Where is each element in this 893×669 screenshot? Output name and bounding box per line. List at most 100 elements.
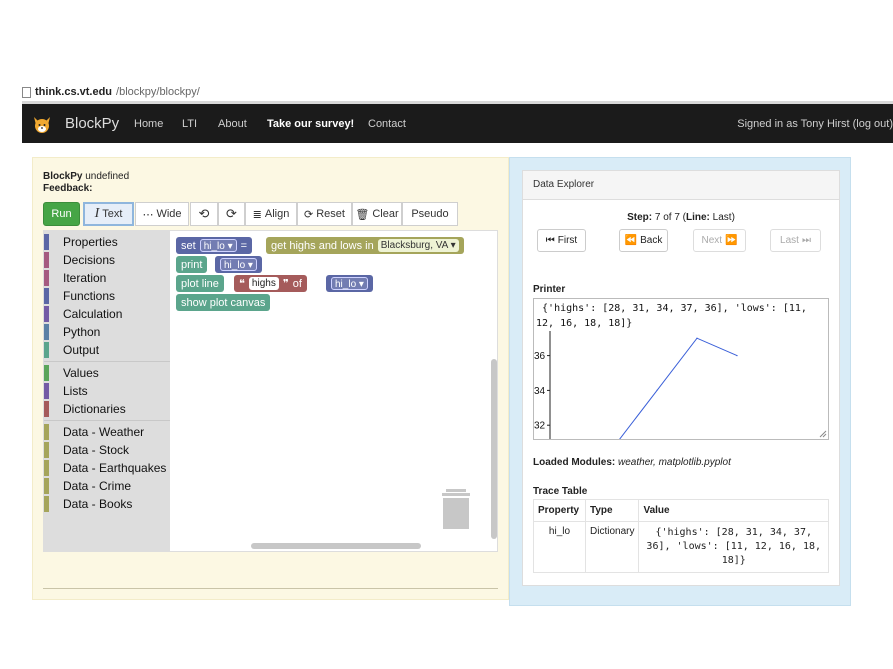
- last-step-button[interactable]: Last ⏭: [770, 229, 821, 252]
- nav-lti[interactable]: LTI: [182, 118, 197, 130]
- brand-name[interactable]: BlockPy: [65, 115, 119, 132]
- first-label: First: [557, 235, 578, 246]
- category-color-bar: [44, 496, 49, 512]
- toolbox-category-decisions[interactable]: Decisions: [44, 251, 115, 269]
- nav-home[interactable]: Home: [134, 118, 163, 130]
- category-color-bar: [44, 460, 49, 476]
- text-mode-label: Text: [102, 208, 123, 220]
- corgi-logo-icon: [34, 117, 50, 133]
- category-color-bar: [44, 478, 49, 494]
- y-tick-label: 36: [534, 351, 546, 362]
- toolbox-category-data-weather[interactable]: Data - Weather: [44, 423, 144, 441]
- open-quote-icon: ❝: [239, 278, 245, 290]
- skip-back-icon: ⏮: [545, 235, 555, 246]
- dict-variable-block[interactable]: hi_lo ▾: [326, 275, 373, 292]
- dict-variable-dropdown[interactable]: hi_lo ▾: [331, 277, 368, 290]
- print-block[interactable]: print: [176, 256, 208, 273]
- category-color-bar: [44, 342, 49, 358]
- toolbox-category-calculation[interactable]: Calculation: [44, 305, 122, 323]
- clear-button[interactable]: 🗑 Clear: [352, 202, 402, 226]
- get-weather-block[interactable]: get highs and lows in Blacksburg, VA ▾: [266, 237, 464, 254]
- next-step-button[interactable]: Next ⏩: [693, 229, 746, 252]
- horizontal-scrollbar[interactable]: [251, 543, 421, 549]
- series-line-0: [619, 337, 738, 439]
- toolbox-category-python[interactable]: Python: [44, 323, 100, 341]
- toolbox-category-data-stock[interactable]: Data - Stock: [44, 441, 129, 459]
- wide-button[interactable]: ⋯ Wide: [135, 202, 189, 226]
- align-icon: ≣: [252, 208, 262, 221]
- reset-button[interactable]: ⟳ Reset: [297, 202, 352, 226]
- print-variable-block[interactable]: hi_lo ▾: [215, 256, 262, 273]
- toolbox-category-data-books[interactable]: Data - Books: [44, 495, 132, 513]
- run-button[interactable]: Run: [43, 202, 80, 226]
- toolbox-category-data-crime[interactable]: Data - Crime: [44, 477, 131, 495]
- rewind-icon: ⏪: [624, 235, 638, 246]
- line-plot: 30323436: [534, 331, 738, 439]
- printer-text: {'highs': [28, 31, 34, 37, 36], 'lows': …: [536, 303, 813, 329]
- variable-dropdown[interactable]: hi_lo ▾: [199, 239, 237, 252]
- category-label: Iteration: [63, 271, 107, 285]
- set-variable-block[interactable]: set hi_lo ▾ =: [176, 237, 253, 254]
- plot-area: 30323436: [534, 331, 828, 439]
- category-label: Data - Earthquakes: [63, 461, 167, 475]
- wide-label: Wide: [156, 208, 182, 220]
- text-mode-button[interactable]: I Text: [83, 202, 134, 226]
- toolbox-category-properties[interactable]: Properties: [44, 233, 118, 251]
- category-label: Output: [63, 343, 100, 357]
- nav-survey[interactable]: Take our survey!: [267, 118, 354, 130]
- toolbox-category-values[interactable]: Values: [44, 364, 99, 382]
- signed-in-status[interactable]: Signed in as Tony Hirst (log out): [737, 118, 893, 130]
- blockly-workspace[interactable]: Properties Decisions Iteration Functions Cal…: [43, 230, 498, 552]
- editor-title-rest: undefined: [82, 171, 130, 182]
- trace-table: Property Type Value hi_lo Dictionary {'h…: [533, 499, 829, 573]
- printer-output[interactable]: {'highs': [28, 31, 34, 37, 36], 'lows': …: [533, 298, 829, 440]
- show-plot-canvas-block[interactable]: show plot canvas: [176, 294, 271, 311]
- trash-can-icon[interactable]: [442, 489, 470, 529]
- category-color-bar: [44, 306, 49, 322]
- table-row: hi_lo Dictionary {'highs': [28, 31, 34, …: [533, 521, 829, 573]
- pseudo-button[interactable]: Pseudo: [402, 202, 458, 226]
- city-dropdown[interactable]: Blacksburg, VA ▾: [377, 239, 459, 252]
- undo-button[interactable]: ⟲: [190, 202, 218, 226]
- trace-header-property: Property: [533, 499, 586, 522]
- category-color-bar: [44, 365, 49, 381]
- editor-title: BlockPy undefined Feedback:: [43, 171, 129, 195]
- print-variable-dropdown[interactable]: hi_lo ▾: [220, 258, 257, 271]
- vertical-scrollbar[interactable]: [491, 359, 497, 539]
- toolbox-category-dictionaries[interactable]: Dictionaries: [44, 400, 126, 418]
- resize-handle-icon[interactable]: [819, 430, 827, 438]
- category-label: Python: [63, 325, 101, 339]
- feedback-label: Feedback:: [43, 183, 93, 194]
- toolbox-category-data-earthquakes[interactable]: Data - Earthquakes: [44, 459, 166, 477]
- toolbox-category-lists[interactable]: Lists: [44, 382, 88, 400]
- refresh-icon: ⟳: [304, 208, 314, 221]
- toolbox-category-iteration[interactable]: Iteration: [44, 269, 106, 287]
- data-point: [736, 354, 738, 357]
- dict-get-block[interactable]: ❝ highs ❞ of: [234, 275, 307, 292]
- trace-cell-value: {'highs': [28, 31, 34, 37, 36], 'lows': …: [638, 521, 829, 573]
- redo-button[interactable]: ⟳: [218, 202, 245, 226]
- last-label: Last: [780, 235, 799, 246]
- key-field[interactable]: highs: [248, 277, 279, 290]
- url-bar[interactable]: think.cs.vt.edu/blockpy/blockpy/: [22, 86, 200, 98]
- set-keyword: set: [181, 239, 196, 252]
- nav-about[interactable]: About: [218, 118, 247, 130]
- category-label: Decisions: [63, 253, 116, 267]
- print-keyword: print: [181, 258, 203, 271]
- toolbox-category-output[interactable]: Output: [44, 341, 99, 359]
- category-color-bar: [44, 288, 49, 304]
- trace-cell-property: hi_lo: [533, 521, 586, 573]
- align-button[interactable]: ≣ Align: [245, 202, 297, 226]
- trace-header-row: Property Type Value: [533, 499, 829, 522]
- back-step-button[interactable]: ⏪ Back: [619, 229, 668, 252]
- show-plot-canvas-text: show plot canvas: [181, 296, 266, 309]
- back-label: Back: [640, 235, 663, 246]
- plot-line-block[interactable]: plot line: [176, 275, 224, 292]
- nav-contact[interactable]: Contact: [368, 118, 406, 130]
- skip-forward-icon: ⏭: [801, 235, 811, 246]
- undo-icon: ⟲: [198, 206, 210, 221]
- first-step-button[interactable]: ⏮ First: [537, 229, 586, 252]
- toolbox-category-functions[interactable]: Functions: [44, 287, 115, 305]
- navbar: BlockPy Home LTI About Take our survey! …: [22, 104, 893, 143]
- close-quote-icon: ❞: [282, 278, 289, 290]
